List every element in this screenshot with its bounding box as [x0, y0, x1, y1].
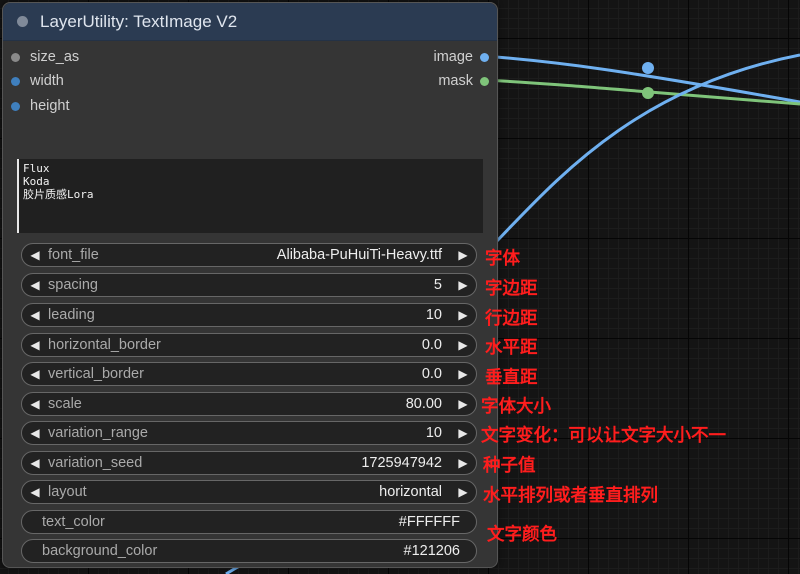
annotation-vertical-border: 垂直距	[485, 367, 538, 387]
widget-horizontal-border[interactable]: ◀ horizontal_border 0.0 ▶	[21, 333, 477, 357]
input-label: size_as	[30, 49, 80, 65]
text-line: Koda	[23, 175, 50, 188]
widget-value: Alibaba-PuHuiTi-Heavy.ttf	[276, 247, 442, 263]
annotation-variation-range: 文字变化：可以让文字大小不一	[481, 425, 726, 445]
widget-label: horizontal_border	[48, 337, 161, 353]
widget-vertical-border[interactable]: ◀ vertical_border 0.0 ▶	[21, 362, 477, 386]
decrement-arrow-icon[interactable]: ◀	[28, 308, 42, 322]
annotation-text-color: 文字颜色	[487, 524, 557, 544]
increment-arrow-icon[interactable]: ▶	[456, 485, 470, 499]
increment-arrow-icon[interactable]: ▶	[456, 248, 470, 262]
widget-value: 10	[425, 307, 442, 323]
decrement-arrow-icon[interactable]: ◀	[28, 367, 42, 381]
input-slot-size-as[interactable]: size_as	[11, 49, 79, 65]
annotation-horizontal-border: 水平距	[485, 337, 538, 357]
widget-label: variation_seed	[48, 455, 143, 471]
widget-text-color[interactable]: text_color #FFFFFF	[21, 510, 477, 534]
input-slot-height[interactable]: height	[11, 98, 70, 114]
input-dot-icon[interactable]	[11, 101, 20, 111]
increment-arrow-icon[interactable]: ▶	[456, 456, 470, 470]
text-line: Flux	[23, 162, 50, 175]
decrement-arrow-icon[interactable]: ◀	[28, 397, 42, 411]
widget-label: variation_range	[48, 425, 148, 441]
increment-arrow-icon[interactable]: ▶	[456, 278, 470, 292]
widget-variation-seed[interactable]: ◀ variation_seed 1725947942 ▶	[21, 451, 477, 475]
input-dot-icon[interactable]	[11, 52, 20, 62]
input-label: width	[30, 73, 64, 89]
widget-value: 80.00	[405, 396, 442, 412]
decrement-arrow-icon[interactable]: ◀	[28, 278, 42, 292]
increment-arrow-icon[interactable]: ▶	[456, 367, 470, 381]
decrement-arrow-icon[interactable]: ◀	[28, 426, 42, 440]
annotation-variation-seed: 种子值	[483, 455, 536, 475]
link-reroute-dot	[642, 62, 654, 74]
annotation-scale: 字体大小	[481, 396, 551, 416]
textimage-node[interactable]: LayerUtility: TextImage V2 size_as width…	[2, 2, 498, 568]
decrement-arrow-icon[interactable]: ◀	[28, 456, 42, 470]
mask-link	[483, 78, 800, 106]
widget-layout[interactable]: ◀ layout horizontal ▶	[21, 480, 477, 504]
output-label: image	[433, 49, 474, 65]
annotation-layout: 水平排列或者垂直排列	[483, 485, 658, 505]
widget-label: scale	[48, 396, 82, 412]
widget-value: #FFFFFF	[398, 514, 460, 530]
widget-value: 10	[425, 425, 442, 441]
increment-arrow-icon[interactable]: ▶	[456, 397, 470, 411]
increment-arrow-icon[interactable]: ▶	[456, 308, 470, 322]
output-slot-image[interactable]: image	[433, 49, 489, 65]
widget-value: 1725947942	[361, 455, 442, 471]
widget-label: background_color	[42, 543, 158, 559]
input-dot-icon[interactable]	[11, 76, 20, 86]
widget-label: vertical_border	[48, 366, 144, 382]
widget-spacing[interactable]: ◀ spacing 5 ▶	[21, 273, 477, 297]
output-dot-icon[interactable]	[480, 52, 489, 62]
widget-value: horizontal	[379, 484, 442, 500]
annotation-leading: 行边距	[485, 308, 538, 328]
decrement-arrow-icon[interactable]: ◀	[28, 338, 42, 352]
curved-link	[478, 53, 800, 260]
decrement-arrow-icon[interactable]: ◀	[28, 485, 42, 499]
link-reroute-dot	[642, 87, 654, 99]
widget-scale[interactable]: ◀ scale 80.00 ▶	[21, 392, 477, 416]
increment-arrow-icon[interactable]: ▶	[456, 426, 470, 440]
output-label: mask	[438, 73, 473, 89]
increment-arrow-icon[interactable]: ▶	[456, 338, 470, 352]
widget-variation-range[interactable]: ◀ variation_range 10 ▶	[21, 421, 477, 445]
image-link	[483, 54, 800, 104]
widget-font-file[interactable]: ◀ font_file Alibaba-PuHuiTi-Heavy.ttf ▶	[21, 243, 477, 267]
widget-value: 5	[433, 277, 442, 293]
widget-value: #121206	[403, 543, 460, 559]
collapse-dot-icon[interactable]	[17, 16, 28, 27]
output-dot-icon[interactable]	[480, 76, 489, 86]
widget-value: 0.0	[421, 337, 442, 353]
widget-label: spacing	[48, 277, 98, 293]
widget-label: font_file	[48, 247, 99, 263]
node-header[interactable]: LayerUtility: TextImage V2	[3, 3, 497, 41]
annotation-spacing: 字边距	[485, 278, 538, 298]
widget-leading[interactable]: ◀ leading 10 ▶	[21, 303, 477, 327]
output-slot-mask[interactable]: mask	[438, 73, 489, 89]
input-label: height	[30, 98, 70, 114]
widget-background-color[interactable]: background_color #121206	[21, 539, 477, 563]
annotation-font-file: 字体	[485, 248, 520, 268]
widget-label: layout	[48, 484, 87, 500]
node-title: LayerUtility: TextImage V2	[40, 11, 238, 31]
widget-value: 0.0	[421, 366, 442, 382]
decrement-arrow-icon[interactable]: ◀	[28, 248, 42, 262]
text-line: 胶片质感Lora	[23, 188, 94, 201]
text-input[interactable]: Flux Koda 胶片质感Lora	[17, 159, 483, 233]
widget-label: leading	[48, 307, 95, 323]
input-slot-width[interactable]: width	[11, 73, 64, 89]
widget-label: text_color	[42, 514, 105, 530]
